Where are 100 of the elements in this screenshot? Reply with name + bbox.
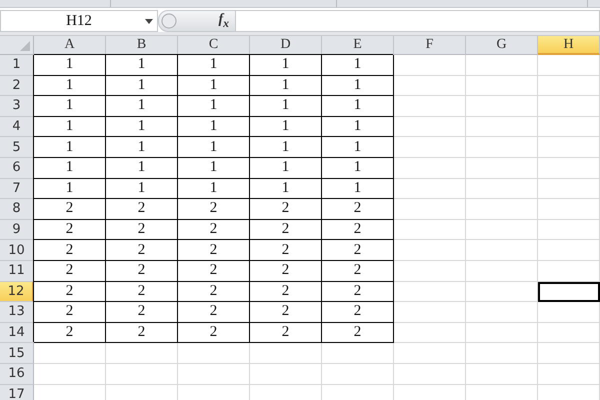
table-cell: 1 — [322, 76, 394, 96]
table-cell: 1 — [250, 137, 322, 158]
row-header[interactable]: 1 — [0, 55, 34, 76]
row-header[interactable]: 9 — [0, 220, 34, 240]
column-header[interactable]: C — [178, 36, 250, 55]
table-cell — [394, 199, 466, 220]
table-cell: 2 — [322, 260, 394, 282]
table-cell: 1 — [250, 55, 322, 76]
column-header[interactable]: G — [466, 36, 538, 55]
table-cell — [394, 322, 466, 344]
table-cell: 1 — [34, 116, 106, 138]
table-cell: 2 — [106, 240, 178, 261]
column-header[interactable]: B — [106, 36, 178, 55]
row-header[interactable]: 14 — [0, 322, 34, 344]
table-cell: 2 — [106, 282, 178, 302]
table-cell — [538, 220, 600, 240]
row-header[interactable]: 10 — [0, 240, 34, 261]
table-cell: 1 — [178, 158, 250, 179]
table-cell: 1 — [106, 137, 178, 158]
triangle-icon — [20, 41, 30, 51]
resize-handle-icon[interactable] — [161, 13, 177, 29]
table-cell — [394, 96, 466, 117]
column-header[interactable]: D — [250, 36, 322, 55]
table-cell — [394, 343, 466, 364]
column-header[interactable]: H — [538, 36, 600, 55]
table-cell — [106, 364, 178, 384]
table-cell: 1 — [250, 178, 322, 200]
row-header[interactable]: 11 — [0, 260, 34, 282]
table-cell — [466, 178, 538, 200]
table-cell — [466, 220, 538, 240]
table-cell — [34, 343, 106, 364]
table-cell: 1 — [106, 178, 178, 200]
row-header[interactable]: 15 — [0, 343, 34, 364]
table-cell: 1 — [106, 76, 178, 96]
table-cell: 2 — [322, 220, 394, 240]
table-cell — [466, 76, 538, 96]
table-cell — [394, 220, 466, 240]
table-cell: 2 — [250, 220, 322, 240]
table-cell: 2 — [178, 240, 250, 261]
row-header[interactable]: 12 — [0, 282, 34, 302]
table-cell: 2 — [34, 282, 106, 302]
column-header[interactable]: A — [34, 36, 106, 55]
column-header[interactable]: F — [394, 36, 466, 55]
table-cell — [394, 116, 466, 138]
table-cell — [466, 322, 538, 344]
table-cell: 2 — [106, 302, 178, 323]
table-cell — [538, 137, 600, 158]
table-cell — [466, 282, 538, 302]
row-header[interactable]: 13 — [0, 302, 34, 323]
table-cell: 2 — [178, 260, 250, 282]
table-cell — [34, 364, 106, 384]
row-header[interactable]: 5 — [0, 137, 34, 158]
name-box[interactable]: H12 — [0, 10, 158, 32]
insert-function-button[interactable]: f$_{x}$ — [218, 12, 229, 30]
table-cell: 1 — [178, 76, 250, 96]
formula-input[interactable] — [236, 10, 600, 32]
row-header[interactable]: 4 — [0, 116, 34, 138]
table-cell: 2 — [106, 199, 178, 220]
table-cell: 2 — [34, 240, 106, 261]
table-cell — [466, 302, 538, 323]
table-cell — [466, 240, 538, 261]
table-cell — [466, 343, 538, 364]
select-all-button[interactable] — [0, 36, 34, 55]
row-header[interactable]: 6 — [0, 158, 34, 179]
row-header[interactable]: 8 — [0, 199, 34, 220]
table-cell: 1 — [322, 116, 394, 138]
table-cell: 1 — [250, 116, 322, 138]
table-cell — [538, 302, 600, 323]
table-cell — [538, 178, 600, 200]
row-header[interactable]: 17 — [0, 384, 34, 400]
row-header[interactable]: 16 — [0, 364, 34, 384]
row-header[interactable]: 2 — [0, 76, 34, 96]
table-cell: 2 — [322, 302, 394, 323]
table-cell — [250, 343, 322, 364]
row-header[interactable]: 3 — [0, 96, 34, 117]
table-cell: 2 — [322, 240, 394, 261]
table-cell — [538, 76, 600, 96]
table-cell: 2 — [106, 260, 178, 282]
table-cell — [394, 240, 466, 261]
column-header[interactable]: E — [322, 36, 394, 55]
table-cell — [466, 116, 538, 138]
table-cell — [394, 282, 466, 302]
table-cell: 2 — [322, 282, 394, 302]
table-cell: 2 — [250, 322, 322, 344]
table-cell: 2 — [250, 282, 322, 302]
table-cell — [538, 55, 600, 76]
table-cell: 1 — [322, 137, 394, 158]
table-cell: 2 — [34, 220, 106, 240]
table-cell — [394, 76, 466, 96]
table-cell — [394, 178, 466, 200]
table-cell: 1 — [106, 96, 178, 117]
table-cell — [394, 302, 466, 323]
active-cell — [538, 282, 600, 302]
table-cell: 1 — [106, 116, 178, 138]
caret-icon[interactable] — [145, 19, 153, 24]
row-header[interactable]: 7 — [0, 178, 34, 200]
table-cell — [394, 55, 466, 76]
table-cell: 1 — [322, 96, 394, 117]
table-cell: 1 — [322, 178, 394, 200]
table-cell: 2 — [34, 260, 106, 282]
